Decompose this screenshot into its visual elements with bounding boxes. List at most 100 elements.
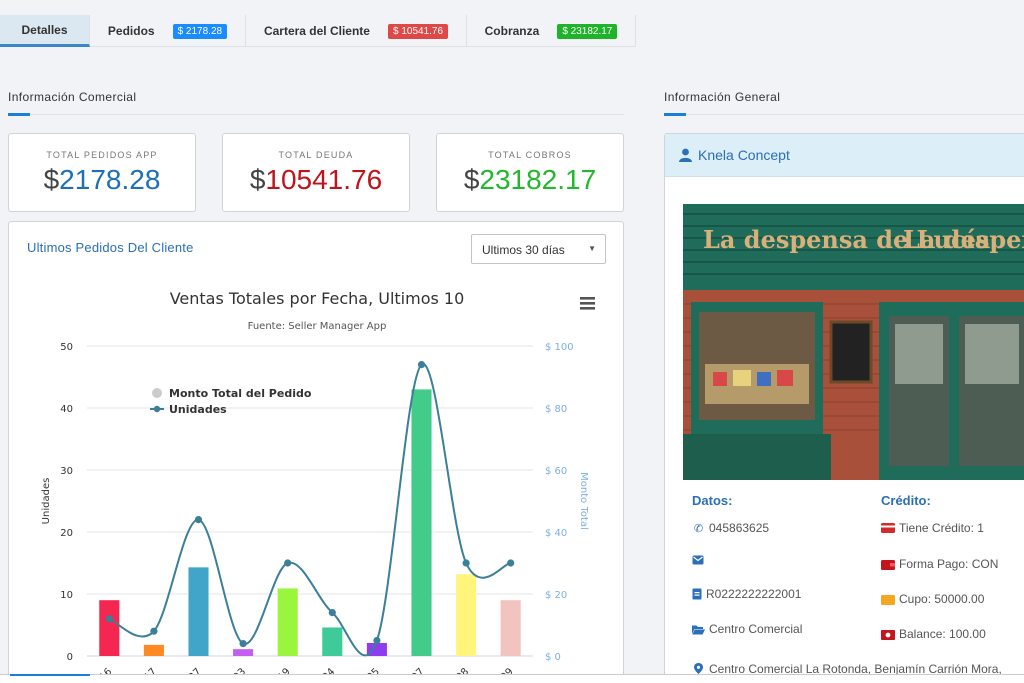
- section-accent: [8, 113, 30, 116]
- chevron-down-icon: ▼: [588, 244, 596, 253]
- y-tick-label: 0: [67, 652, 73, 663]
- period-select[interactable]: Ultimos 30 días ▼: [471, 234, 606, 264]
- y2-tick-label: $ 40: [545, 528, 567, 539]
- y2-tick-label: $ 20: [545, 590, 567, 601]
- email-row: [692, 554, 708, 566]
- zone-value: Centro Comercial: [709, 622, 803, 636]
- y-tick-label: 30: [60, 466, 73, 477]
- cupo-row: Cupo: 50000.00: [881, 592, 984, 606]
- spline-point: [328, 609, 336, 617]
- kpi-value: $23182.17: [463, 164, 597, 195]
- tab-label: Cobranza: [484, 24, 540, 38]
- section-divider: [664, 114, 1024, 115]
- balance-value: Balance: 100.00: [899, 627, 986, 641]
- wallet-icon: [881, 559, 895, 570]
- kpi-total-cobros: TOTAL COBROS $23182.17: [436, 133, 624, 212]
- balance-row: Balance: 100.00: [881, 627, 986, 641]
- document-icon: [692, 588, 702, 600]
- y2-tick-label: $ 100: [545, 342, 574, 353]
- spline-point: [239, 640, 247, 648]
- phone-row: ✆ 045863625: [692, 521, 769, 535]
- chart-bar: [456, 574, 477, 656]
- kpi-total-pedidos: TOTAL PEDIDOS APP $2178.28: [8, 133, 196, 212]
- money-bill-icon: [881, 629, 895, 640]
- tiene-credito-row: Tiene Crédito: 1: [881, 521, 984, 535]
- phone-value: 045863625: [709, 521, 770, 535]
- tab-label: Cartera del Cliente: [263, 24, 370, 38]
- client-name: Knela Concept: [698, 147, 790, 163]
- tab-bar: Detalles Pedidos $ 2178.28 Cartera del C…: [0, 15, 636, 47]
- chart-title: Ventas Totales por Fecha, Ultimos 10: [170, 289, 465, 308]
- sales-chart: Ventas Totales por Fecha, Ultimos 10 Fuen…: [41, 289, 595, 683]
- tab-cobranza[interactable]: Cobranza $ 23182.17: [467, 15, 636, 47]
- cash-icon: [881, 594, 895, 605]
- phone-icon: ✆: [693, 522, 704, 535]
- orders-chart-card: Ventas Totales por Fecha, Ultimos 10 Fuen…: [8, 221, 624, 683]
- y2-axis-title: Monto Total: [578, 472, 589, 530]
- kpi-label: TOTAL DEUDA: [278, 150, 354, 160]
- spline-point: [150, 627, 158, 635]
- section-title-general: Información General: [664, 90, 781, 104]
- cartera-badge: $ 10541.76: [387, 23, 449, 39]
- chart-bar: [99, 600, 120, 656]
- y-tick-label: 20: [60, 528, 73, 539]
- chart-bar: [188, 567, 209, 656]
- spline-point: [194, 516, 203, 524]
- spline-point: [105, 615, 113, 623]
- chart-bar: [143, 644, 164, 656]
- chart-subtitle: Fuente: Seller Manager App: [248, 321, 387, 332]
- y-tick-label: 50: [60, 342, 73, 353]
- spline-point: [507, 559, 515, 567]
- chart-bar: [277, 588, 298, 656]
- y-tick-label: 10: [60, 590, 73, 601]
- bottom-nav-active-indicator: [10, 674, 90, 676]
- tab-label: Detalles: [21, 22, 68, 37]
- spline-point: [417, 361, 426, 369]
- cobranza-badge: $ 23182.17: [557, 23, 618, 39]
- kpi-label: TOTAL COBROS: [488, 150, 572, 160]
- pedidos-badge: $ 2178.28: [172, 23, 228, 39]
- credit-card-icon: [881, 523, 895, 533]
- tiene-credito-value: Tiene Crédito: 1: [899, 521, 984, 535]
- tab-cartera[interactable]: Cartera del Cliente $ 10541.76: [246, 15, 467, 47]
- menu-icon: [580, 302, 595, 305]
- client-info-card: Knela Concept La despensa de Lucía La de…: [664, 133, 1024, 683]
- tab-label: Pedidos: [107, 24, 155, 38]
- forma-pago-value: Forma Pago: CON: [899, 557, 999, 571]
- period-select-value: Ultimos 30 días: [482, 243, 565, 257]
- bottom-navigation: [0, 674, 1024, 683]
- y2-tick-label: $ 0: [545, 652, 561, 663]
- legend-marker-bars: [152, 388, 162, 398]
- chart-bar: [411, 389, 432, 656]
- menu-icon: [580, 297, 595, 300]
- chart-bar: [500, 600, 521, 656]
- y2-tick-label: $ 60: [545, 466, 567, 477]
- datos-label: Datos:: [692, 493, 733, 508]
- envelope-icon: [692, 555, 704, 565]
- section-title-comercial: Información Comercial: [8, 90, 137, 104]
- tab-pedidos[interactable]: Pedidos $ 2178.28: [90, 15, 246, 47]
- zone-row: Centro Comercial: [692, 622, 802, 636]
- kpi-label: TOTAL PEDIDOS APP: [46, 150, 158, 160]
- kpi-total-deuda: TOTAL DEUDA $10541.76: [222, 133, 410, 212]
- tab-detalles[interactable]: Detalles: [0, 15, 90, 47]
- user-icon: [679, 148, 692, 162]
- spline-point: [284, 559, 292, 567]
- chart-card-title: Ultimos Pedidos Del Cliente: [27, 240, 194, 255]
- ruc-value: R0222222222001: [706, 587, 802, 601]
- legend-marker-point: [153, 405, 161, 413]
- folder-open-icon: [692, 625, 705, 634]
- legend-label: Unidades: [169, 403, 227, 416]
- cupo-value: Cupo: 50000.00: [899, 592, 985, 606]
- credito-label: Crédito:: [881, 493, 931, 508]
- svg-text:La despensa: La despensa: [903, 225, 1024, 254]
- section-accent: [664, 113, 686, 116]
- store-photo: La despensa de Lucía La despensa: [683, 204, 1024, 480]
- kpi-value: $2178.28: [43, 164, 161, 195]
- menu-icon: [580, 307, 595, 310]
- spline-point: [373, 636, 381, 645]
- y-axis-title: Unidades: [41, 478, 52, 525]
- y2-tick-label: $ 80: [545, 404, 567, 415]
- chart-bar: [233, 649, 254, 656]
- spline-point: [462, 559, 470, 567]
